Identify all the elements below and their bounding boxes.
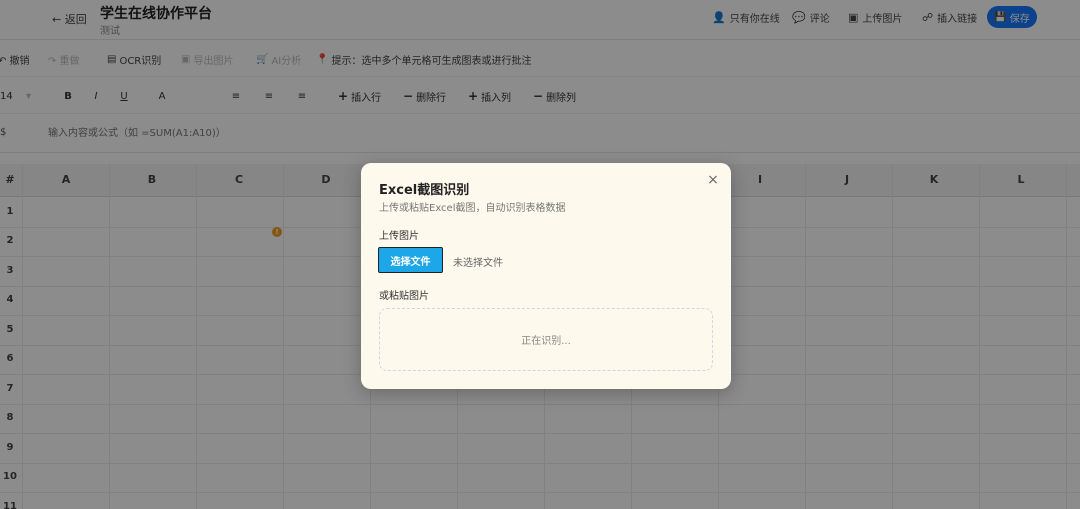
- recognition-status: 正在识别...: [521, 336, 571, 347]
- paste-drop-zone[interactable]: 正在识别...: [379, 308, 713, 371]
- upload-image-heading: 上传图片: [379, 231, 419, 242]
- dialog-title: Excel截图识别: [379, 183, 470, 198]
- paste-image-heading: 或粘贴图片: [379, 291, 429, 302]
- excel-ocr-dialog: Excel截图识别 上传或粘贴Excel截图，自动识别表格数据 × 上传图片 选…: [361, 163, 731, 389]
- dialog-description: 上传或粘贴Excel截图，自动识别表格数据: [379, 203, 566, 214]
- choose-file-button[interactable]: 选择文件: [378, 247, 443, 273]
- close-icon[interactable]: ×: [706, 173, 720, 187]
- no-file-chosen-text: 未选择文件: [453, 258, 503, 269]
